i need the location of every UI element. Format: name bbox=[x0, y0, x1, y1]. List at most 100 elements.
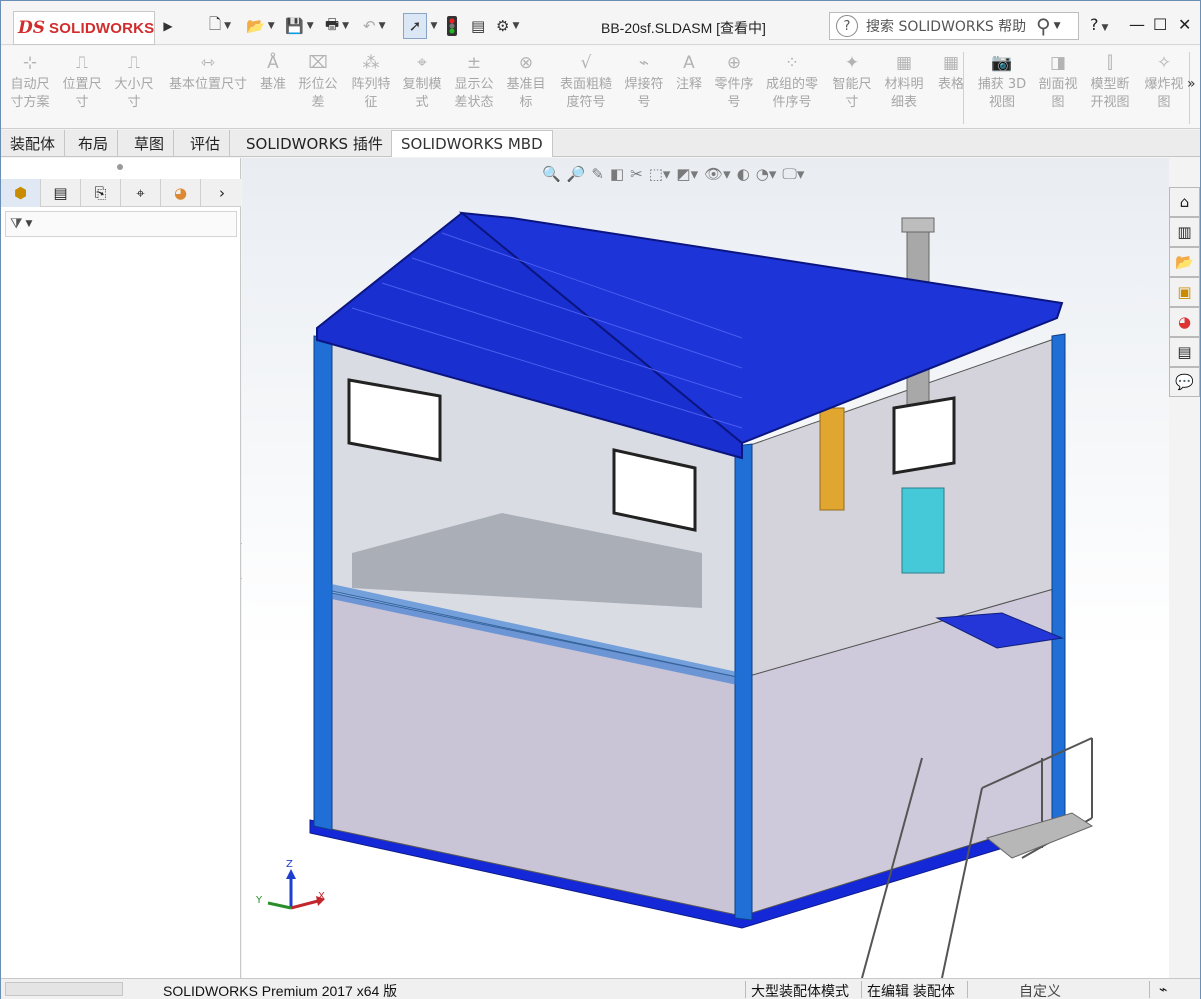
help-menu-button[interactable]: ? ▼ bbox=[1090, 15, 1108, 34]
solidworks-logo[interactable]: DS SOLIDWORKS bbox=[13, 11, 155, 45]
select-dropdown-icon[interactable]: ▼ bbox=[429, 13, 439, 39]
graphics-area[interactable]: 🔍 🔎 ✎ ◧ ✂ ⬚▾ ◩▾ 👁▾ ◐ ◔▾ 🖵▾ Z X Y bbox=[242, 158, 1169, 978]
ribbon-button-geometric-tolerance[interactable]: ⌧ 形位公 差 bbox=[293, 54, 343, 112]
show-tolerance-status-icon: ± bbox=[466, 53, 482, 73]
help-search-box[interactable]: ? 搜索 SOLIDWORKS 帮助 ⚲ ▼ bbox=[829, 12, 1079, 40]
ribbon-button-exploded-view[interactable]: ✧ 爆炸视 图 bbox=[1139, 54, 1189, 112]
pattern-feature-icon: ⁂ bbox=[362, 53, 380, 73]
solidworks-resources-home-icon[interactable]: ⌂ bbox=[1169, 187, 1200, 217]
tab-addins[interactable]: SOLIDWORKS 插件 bbox=[237, 130, 393, 157]
open-document-icon[interactable]: 📂 ▼ bbox=[246, 13, 275, 39]
surface-finish-icon: √ bbox=[580, 53, 592, 73]
ribbon-button-note[interactable]: A 注释 bbox=[671, 54, 707, 94]
ribbon-overflow-icon[interactable]: » bbox=[1187, 76, 1196, 92]
ds-logo-mark: DS bbox=[18, 18, 46, 38]
ribbon-button-label: 成组的零 件序号 bbox=[765, 77, 818, 110]
ribbon-button-label: 剖面视 图 bbox=[1038, 77, 1078, 110]
ribbon-button-table[interactable]: ▦ 表格 bbox=[931, 54, 971, 94]
design-library-icon[interactable]: ▥ bbox=[1169, 217, 1200, 247]
file-explorer-icon[interactable]: 📂 bbox=[1169, 247, 1200, 277]
rebuild-status-icon[interactable]: ⌁ bbox=[1159, 981, 1167, 998]
ribbon-button-smart-dimension[interactable]: ✦ 智能尺 寸 bbox=[827, 54, 877, 112]
coordinate-triad: Z X Y bbox=[256, 859, 326, 918]
ribbon-button-model-break-view[interactable]: ⫿ 模型断 开视图 bbox=[1085, 54, 1135, 112]
ribbon-button-basic-location[interactable]: ⇿ 基本位置尺寸 bbox=[163, 54, 253, 94]
command-manager-tabs: 装配体 布局 草图 评估 SOLIDWORKS 插件 SOLIDWORKS MB… bbox=[1, 130, 1200, 280]
appearances-scenes-icon[interactable]: ◕ bbox=[1169, 307, 1200, 337]
ribbon-button-weld-symbol[interactable]: ⌁ 焊接符 号 bbox=[619, 54, 669, 112]
close-button[interactable]: ✕ bbox=[1178, 15, 1191, 34]
search-icon[interactable]: ⚲ bbox=[1036, 14, 1051, 38]
command-ribbon: ⊹ 自动尺 寸方案 ⎍ 位置尺 寸 ⎍ 大小尺 寸 ⇿ 基本位置尺寸 Å 基准 ⌧ 形位公 差 ⁂ 阵列特… bbox=[1, 46, 1200, 129]
status-progress-area bbox=[5, 982, 123, 996]
more-tabs-chevron-icon[interactable]: › bbox=[207, 179, 237, 207]
maximize-button[interactable]: ☐ bbox=[1153, 15, 1167, 34]
custom-properties-icon[interactable]: ▤ bbox=[1169, 337, 1200, 367]
product-version-text: SOLIDWORKS Premium 2017 x64 版 bbox=[163, 983, 398, 999]
save-icon[interactable]: 💾 ▼ bbox=[285, 13, 314, 39]
ribbon-button-pattern-feature[interactable]: ⁂ 阵列特 征 bbox=[346, 54, 396, 112]
tab-assembly[interactable]: 装配体 bbox=[1, 130, 66, 157]
property-manager-tab-icon[interactable]: ▤ bbox=[41, 179, 81, 207]
ribbon-button-section-view[interactable]: ◨ 剖面视 图 bbox=[1033, 54, 1083, 112]
auto-dimension-icon: ⊹ bbox=[22, 53, 38, 73]
geometric-tolerance-icon: ⌧ bbox=[308, 53, 328, 73]
ribbon-button-label: 形位公 差 bbox=[298, 77, 338, 110]
axis-triad-icon bbox=[267, 869, 325, 910]
z-axis-label: Z bbox=[286, 859, 293, 870]
table-icon: ▦ bbox=[942, 53, 960, 73]
rebuild-traffic-light-icon[interactable] bbox=[447, 13, 457, 39]
view-palette-icon[interactable]: ▣ bbox=[1169, 277, 1200, 307]
minimize-button[interactable]: — bbox=[1129, 15, 1145, 34]
ribbon-button-show-tolerance-status[interactable]: ± 显示公 差状态 bbox=[449, 54, 499, 112]
ribbon-button-capture-3d-view[interactable]: 📷 捕获 3D 视图 bbox=[973, 54, 1031, 112]
ribbon-separator bbox=[963, 52, 964, 124]
dimxpert-manager-tab-icon[interactable]: ⌖ bbox=[121, 179, 161, 207]
ribbon-button-location-dimension[interactable]: ⎍ 位置尺 寸 bbox=[57, 54, 107, 112]
ribbon-button-datum-target[interactable]: ⊗ 基准目 标 bbox=[501, 54, 551, 112]
ribbon-button-copy-scheme[interactable]: ⌖ 复制模 式 bbox=[397, 54, 447, 112]
select-cursor-icon[interactable]: ➚ bbox=[403, 13, 427, 39]
tree-filter[interactable]: ⧩ ▼ bbox=[5, 211, 237, 237]
ribbon-button-label: 阵列特 征 bbox=[351, 77, 391, 110]
search-dropdown-icon[interactable]: ▼ bbox=[1054, 21, 1061, 31]
panel-splitter-handle[interactable] bbox=[117, 164, 123, 170]
title-bar: DS SOLIDWORKS ▶ 🗋 ▼ 📂 ▼ 💾 ▼ 🖶 ▼ ↶ ▼ ➚ ▼ ▤ ⚙ ▼ … bbox=[1, 1, 1200, 45]
configuration-manager-tab-icon[interactable]: ⎘ bbox=[81, 179, 121, 207]
editing-context-status: 在编辑 装配体 bbox=[867, 983, 955, 999]
ribbon-button-bom[interactable]: ▦ 材料明 细表 bbox=[879, 54, 929, 112]
basic-location-icon: ⇿ bbox=[200, 53, 216, 73]
ribbon-button-label: 材料明 细表 bbox=[884, 77, 924, 110]
balloon-icon: ⊕ bbox=[726, 53, 742, 73]
ribbon-button-stacked-balloon[interactable]: ⁘ 成组的零 件序号 bbox=[759, 54, 825, 112]
y-axis-label: Y bbox=[256, 895, 263, 906]
ribbon-button-surface-finish[interactable]: √ 表面粗糙 度符号 bbox=[555, 54, 617, 112]
ribbon-button-label: 自动尺 寸方案 bbox=[10, 77, 50, 110]
brand-name: SOLIDWORKS bbox=[49, 19, 155, 37]
tab-evaluate[interactable]: 评估 bbox=[181, 130, 231, 157]
weld-symbol-icon: ⌁ bbox=[638, 53, 650, 73]
ribbon-button-datum[interactable]: Å 基准 bbox=[253, 54, 293, 94]
assembly-3d-model[interactable] bbox=[242, 158, 1169, 978]
ribbon-button-size-dimension[interactable]: ⎍ 大小尺 寸 bbox=[109, 54, 159, 112]
feature-manager-tab-icon[interactable]: ⬢ bbox=[1, 179, 41, 207]
tab-layout[interactable]: 布局 bbox=[69, 130, 119, 157]
solidworks-forum-icon[interactable]: 💬 bbox=[1169, 367, 1200, 397]
search-input[interactable]: 搜索 SOLIDWORKS 帮助 bbox=[866, 16, 1036, 36]
options-gear-icon[interactable]: ⚙ ▼ bbox=[496, 13, 519, 39]
print-icon[interactable]: 🖶 ▼ bbox=[325, 13, 349, 39]
tab-mbd[interactable]: SOLIDWORKS MBD bbox=[391, 130, 553, 157]
ribbon-button-auto-dimension[interactable]: ⊹ 自动尺 寸方案 bbox=[5, 54, 55, 112]
undo-icon[interactable]: ↶ ▼ bbox=[363, 13, 386, 39]
display-manager-tab-icon[interactable]: ◕ bbox=[161, 179, 201, 207]
new-document-icon[interactable]: 🗋 ▼ bbox=[209, 13, 231, 39]
menu-expand-arrow-icon[interactable]: ▶ bbox=[161, 13, 175, 39]
model-break-view-icon: ⫿ bbox=[1107, 53, 1113, 73]
datum-target-icon: ⊗ bbox=[518, 53, 534, 73]
unit-system-selector[interactable]: 自定义 bbox=[1019, 981, 1061, 999]
file-properties-icon[interactable]: ▤ bbox=[471, 13, 485, 39]
ribbon-button-balloon[interactable]: ⊕ 零件序 号 bbox=[709, 54, 759, 112]
tab-sketch[interactable]: 草图 bbox=[125, 130, 175, 157]
section-view-icon: ◨ bbox=[1049, 53, 1067, 73]
bom-icon: ▦ bbox=[895, 53, 913, 73]
